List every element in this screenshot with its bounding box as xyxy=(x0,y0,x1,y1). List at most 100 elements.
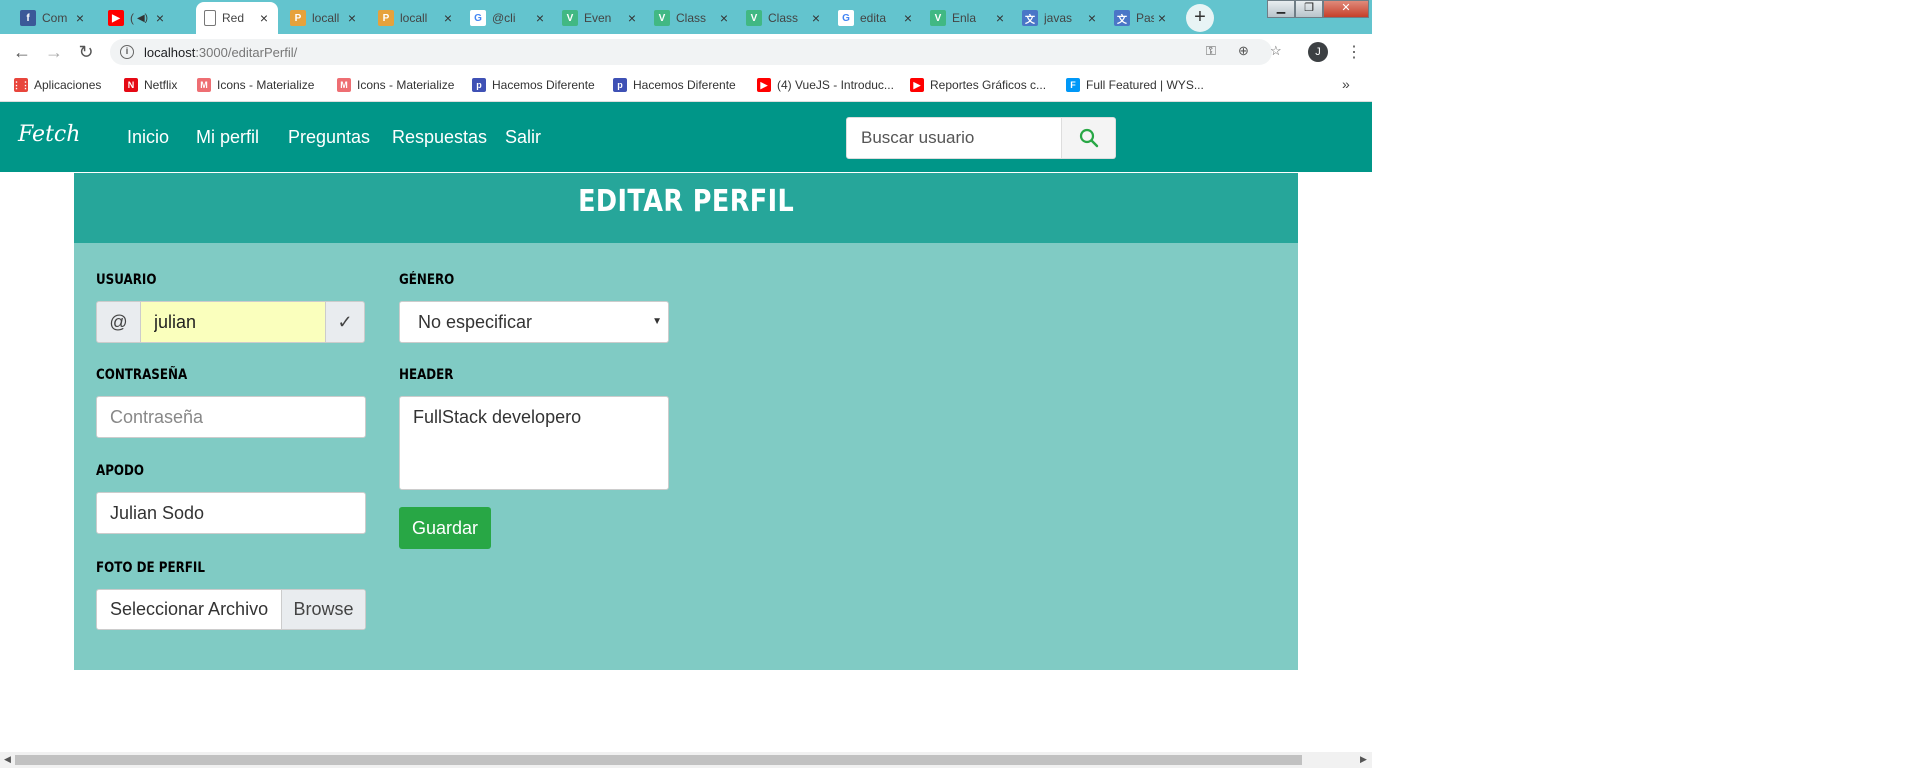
tab-9[interactable]: Gedita × xyxy=(830,2,922,34)
genero-selected-value: No especificar xyxy=(418,312,533,332)
address-bar[interactable]: i localhost:3000/editarPerfil/ xyxy=(110,39,1272,65)
tab-6[interactable]: V Even × xyxy=(554,2,646,34)
apodo-input[interactable] xyxy=(96,492,366,534)
nav-preguntas[interactable]: Preguntas xyxy=(288,127,370,148)
translate-icon: 文 xyxy=(1114,10,1130,26)
facebook-icon: f xyxy=(20,10,36,26)
at-prefix: @ xyxy=(96,301,141,343)
close-tab-icon[interactable]: × xyxy=(900,10,916,26)
zoom-icon[interactable]: ⊕ xyxy=(1238,43,1249,59)
usuario-input[interactable] xyxy=(141,301,325,343)
bookmark-item[interactable]: F Full Featured | WYS... xyxy=(1066,78,1204,92)
materialize-icon: M xyxy=(337,78,351,92)
key-icon[interactable]: ⚿ xyxy=(1206,43,1216,59)
minimize-button[interactable]: ▁ xyxy=(1267,0,1295,18)
vue-icon: V xyxy=(562,10,578,26)
tab-title: Red xyxy=(222,11,245,25)
close-tab-icon[interactable]: × xyxy=(808,10,824,26)
close-tab-icon[interactable]: × xyxy=(1154,10,1170,26)
bookmark-item[interactable]: M Icons - Materialize xyxy=(197,78,314,92)
bookmark-item[interactable]: p Hacemos Diferente xyxy=(613,78,736,92)
tab-7[interactable]: V Class × xyxy=(646,2,738,34)
tab-11[interactable]: 文 javas × xyxy=(1014,2,1106,34)
close-tab-icon[interactable]: × xyxy=(1084,10,1100,26)
tab-4[interactable]: Plocall × xyxy=(370,2,462,34)
star-icon[interactable]: ☆ xyxy=(1270,43,1282,59)
back-icon[interactable]: ← xyxy=(10,40,34,64)
nav-salir[interactable]: Salir xyxy=(505,127,541,148)
nav-mi-perfil[interactable]: Mi perfil xyxy=(196,127,259,148)
forward-icon[interactable]: → xyxy=(42,40,66,64)
bookmark-item[interactable]: p Hacemos Diferente xyxy=(472,78,595,92)
close-tab-icon[interactable]: × xyxy=(440,10,456,26)
guardar-button[interactable]: Guardar xyxy=(399,507,491,549)
close-tab-icon[interactable]: × xyxy=(152,10,168,26)
scroll-left-icon[interactable]: ◀ xyxy=(4,754,11,765)
tab-0[interactable]: f Com × xyxy=(12,2,94,34)
close-tab-icon[interactable]: × xyxy=(344,10,360,26)
check-icon: ✓ xyxy=(325,301,365,343)
bookmark-item[interactable]: M Icons - Materialize xyxy=(337,78,454,92)
new-tab-button[interactable]: + xyxy=(1186,4,1214,32)
nav-inicio[interactable]: Inicio xyxy=(127,127,169,148)
header-label: HEADER xyxy=(399,367,454,383)
bookmark-item[interactable]: ▶ Reportes Gráficos c... xyxy=(910,78,1046,92)
close-tab-icon[interactable]: × xyxy=(992,10,1008,26)
browser-toolbar: ← → ↻ i localhost:3000/editarPerfil/ ⚿ ⊕… xyxy=(0,34,1372,70)
genero-select[interactable]: No especificar ▼ xyxy=(399,301,669,343)
foto-perfil-input[interactable]: Seleccionar Archivo Browse xyxy=(96,589,366,630)
close-window-button[interactable]: ✕ xyxy=(1323,0,1369,18)
scroll-right-icon[interactable]: ▶ xyxy=(1360,754,1367,765)
tab-title: Even xyxy=(584,11,612,25)
header-textarea[interactable]: FullStack developero xyxy=(399,396,669,490)
close-tab-icon[interactable]: × xyxy=(716,10,732,26)
site-info-icon[interactable]: i xyxy=(120,45,134,59)
nav-respuestas[interactable]: Respuestas xyxy=(392,127,487,148)
materialize-icon: M xyxy=(197,78,211,92)
bookmark-item[interactable]: ▶ (4) VueJS - Introduc... xyxy=(757,78,894,92)
browse-button[interactable]: Browse xyxy=(281,590,365,629)
user-search xyxy=(846,117,1116,159)
scrollbar-thumb[interactable] xyxy=(15,755,1302,765)
reload-icon[interactable]: ↻ xyxy=(74,40,98,64)
audio-playing-icon[interactable]: ◀) xyxy=(137,13,148,24)
bookmark-item[interactable]: N Netflix xyxy=(124,78,177,92)
bookmark-label: Full Featured | WYS... xyxy=(1086,78,1204,92)
restore-button[interactable]: ❐ xyxy=(1295,0,1323,18)
edit-profile-card: EDITAR PERFIL USUARIO @ ✓ CONTRASEÑA APO… xyxy=(74,173,1298,670)
phpmyadmin-icon: P xyxy=(378,10,394,26)
more-bookmarks-icon[interactable]: » xyxy=(1342,76,1350,92)
address-path: :3000/editarPerfil/ xyxy=(195,44,298,60)
contrasena-input[interactable] xyxy=(96,396,366,438)
close-tab-icon[interactable]: × xyxy=(624,10,640,26)
tab-3[interactable]: Plocall × xyxy=(282,2,366,34)
bookmark-label: Icons - Materialize xyxy=(217,78,315,92)
close-tab-icon[interactable]: × xyxy=(532,10,548,26)
caret-down-icon: ▼ xyxy=(652,316,662,327)
close-tab-icon[interactable]: × xyxy=(256,10,272,26)
profile-avatar[interactable]: J xyxy=(1308,42,1328,62)
google-icon: G xyxy=(838,10,854,26)
tab-2[interactable]: Red × xyxy=(196,2,278,34)
brand-logo[interactable]: Fetch xyxy=(18,122,80,147)
tab-8[interactable]: V Class × xyxy=(738,2,830,34)
bookmark-label: Hacemos Diferente xyxy=(492,78,595,92)
search-user-input[interactable] xyxy=(846,117,1062,159)
tab-title: Pasa xyxy=(1136,11,1154,25)
bookmark-item[interactable]: ⋮⋮ Aplicaciones xyxy=(12,78,101,92)
tab-title: @cli xyxy=(492,11,516,25)
horizontal-scrollbar[interactable]: ◀ ▶ xyxy=(0,752,1372,768)
tab-12[interactable]: 文 Pasa× xyxy=(1106,2,1176,34)
hacemos-icon: p xyxy=(472,78,486,92)
search-button[interactable] xyxy=(1062,117,1116,159)
close-tab-icon[interactable]: × xyxy=(72,10,88,26)
tab-5[interactable]: G @cli × xyxy=(462,2,554,34)
tab-1[interactable]: ▶ (◀) × xyxy=(100,2,174,34)
apodo-label: APODO xyxy=(96,463,145,479)
tab-10[interactable]: V Enla × xyxy=(922,2,1014,34)
bookmarks-bar: » ⋮⋮ Aplicaciones N Netflix M Icons - Materia… xyxy=(0,70,1372,102)
menu-icon[interactable]: ⋮ xyxy=(1346,42,1362,62)
foto-perfil-label: FOTO DE PERFIL xyxy=(96,560,205,576)
youtube-icon: ▶ xyxy=(910,78,924,92)
tab-title: Com xyxy=(42,11,68,25)
